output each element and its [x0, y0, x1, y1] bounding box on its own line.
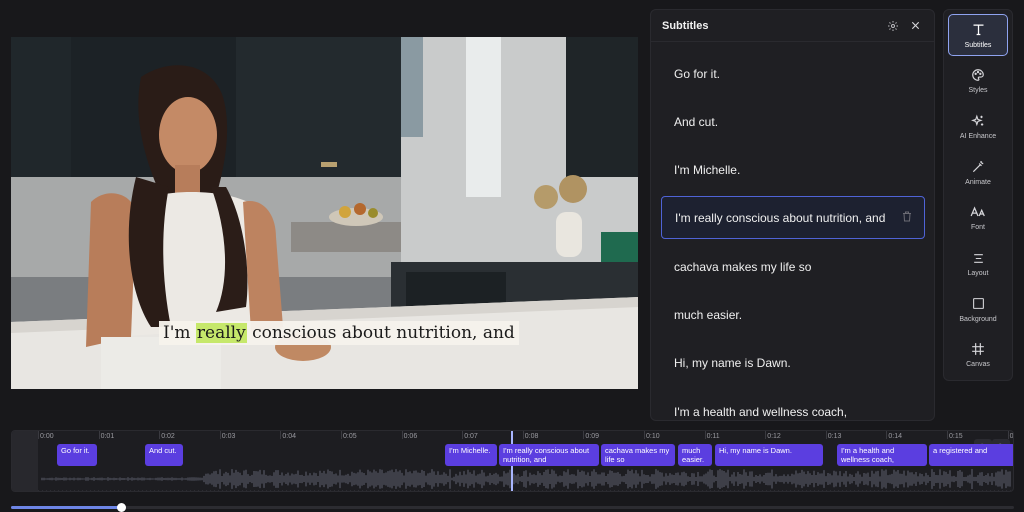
playback-scrub-bar[interactable] [11, 503, 1014, 512]
time-tick-label: 0:15 [949, 433, 963, 440]
subtitle-item-text: Go for it. [674, 66, 721, 81]
tool-styles-button[interactable]: Styles [948, 60, 1008, 102]
time-tick-line [280, 431, 282, 439]
subtitles-panel: Subtitles Go for it. And cut. I'm Michelle… [650, 9, 935, 421]
palette-icon [970, 67, 986, 83]
playback-progress-fill [11, 506, 122, 509]
time-tick-line [219, 431, 221, 439]
font-aa-icon [970, 204, 986, 220]
time-tick-label: 0:07 [464, 433, 478, 440]
playback-scrub-handle[interactable] [117, 503, 127, 512]
tool-layout-button[interactable]: Layout [948, 243, 1008, 285]
tool-canvas-button[interactable]: Canvas [948, 334, 1008, 376]
layout-lines-icon [970, 250, 986, 266]
time-tick-line [704, 431, 706, 439]
timeline-clip[interactable]: I'm a health and wellness coach, [837, 444, 927, 466]
trash-icon[interactable] [902, 211, 914, 225]
subtitle-item[interactable]: much easier. [661, 293, 925, 336]
subtitle-item-text: cachava makes my life so [674, 259, 812, 274]
timeline-clip[interactable]: Go for it. [57, 444, 97, 466]
timeline-clip[interactable]: I'm Michelle. [445, 444, 497, 466]
subtitle-item[interactable]: I'm a health and wellness coach, [661, 390, 925, 420]
subtitle-item-text: much easier. [674, 307, 743, 322]
tool-font-button[interactable]: Font [948, 197, 1008, 239]
time-tick-label: 0:06 [403, 433, 418, 440]
timeline-clip[interactable]: a registered and [929, 444, 1013, 466]
timeline-clip[interactable]: Hi, my name is Dawn. [715, 444, 823, 466]
timeline[interactable]: 0:00 0:01 0:02 0:03 0:04 0:05 0:06 0:07 0:08 0:09… [11, 430, 1014, 492]
tool-label: Animate [965, 178, 991, 186]
time-tick-line [98, 431, 100, 439]
time-tick-label: 0:01 [100, 433, 115, 440]
subtitles-panel-header: Subtitles [651, 10, 934, 42]
tool-background-button[interactable]: Background [948, 288, 1008, 330]
tool-label: AI Enhance [959, 132, 997, 140]
square-icon [970, 296, 986, 312]
magic-wand-icon [970, 159, 986, 175]
time-tick-line [825, 431, 827, 439]
tool-label: Subtitles [964, 41, 992, 49]
time-tick-line [462, 431, 464, 439]
tool-animate-button[interactable]: Animate [948, 151, 1008, 193]
subtitle-item-text: I'm Michelle. [674, 162, 741, 177]
tool-ai-enhance-button[interactable]: AI Enhance [948, 105, 1008, 147]
subtitle-item-text: I'm really conscious about nutrition, an… [675, 210, 886, 225]
subtitle-caption[interactable]: I'm really conscious about nutrition, an… [159, 321, 519, 345]
time-tick-label: 0:12 [767, 433, 781, 440]
subtitle-item[interactable]: Hi, my name is Dawn. [661, 341, 925, 384]
time-tick-label: 0:16 [1009, 433, 1014, 440]
subtitle-item[interactable]: cachava makes my life so [661, 245, 925, 288]
subtitle-item-text: I'm a health and wellness coach, [674, 404, 848, 419]
subtitle-item[interactable]: And cut. [661, 100, 925, 143]
tool-label: Canvas [966, 361, 990, 369]
time-tick-line [522, 431, 524, 439]
subtitle-item[interactable]: I'm Michelle. [661, 148, 925, 191]
time-tick-line [886, 431, 888, 439]
time-tick-label: 0:00 [40, 433, 54, 440]
caption-highlighted-word: really [195, 323, 247, 343]
time-tick-label: 0:14 [888, 433, 903, 440]
hash-grid-icon [970, 341, 986, 357]
time-tick-line [401, 431, 403, 439]
video-preview[interactable]: I'm really conscious about nutrition, an… [11, 37, 638, 389]
time-tick-line [947, 431, 948, 439]
tool-label: Styles [968, 87, 988, 95]
time-tick-label: 0:11 [706, 433, 720, 440]
timeline-clip[interactable]: I'm really conscious about nutrition, an… [499, 444, 599, 466]
subtitle-item[interactable]: Go for it. [661, 52, 925, 95]
tool-label: Background [959, 315, 997, 323]
settings-gear-icon[interactable] [885, 18, 901, 34]
time-tick-line [38, 431, 39, 439]
time-tick-label: 0:10 [646, 433, 660, 440]
time-tick-label: 0:05 [343, 433, 357, 440]
panel-title: Subtitles [662, 19, 709, 32]
time-tick-line [1007, 431, 1009, 439]
time-tick-line [765, 431, 767, 439]
time-tick-label: 0:04 [282, 433, 297, 440]
sparkles-icon [970, 113, 986, 129]
time-tick-line [644, 431, 645, 439]
time-tick-label: 0:02 [161, 433, 175, 440]
timeline-clip[interactable]: And cut. [145, 444, 183, 466]
caption-text-after: conscious about nutrition, and [246, 323, 515, 343]
subtitle-item-text: And cut. [674, 114, 719, 129]
time-tick-line [341, 431, 342, 439]
time-tick-label: 0:08 [524, 433, 539, 440]
time-tick-line [583, 431, 585, 439]
timeline-clip[interactable]: cachava makes my life so [601, 444, 675, 466]
time-tick-label: 0:03 [221, 433, 236, 440]
tool-sidebar: Subtitles Styles AI Enhance Animate Font Layo… [943, 9, 1013, 381]
time-tick-label: 0:09 [585, 433, 600, 440]
caption-text-before: I'm [163, 323, 196, 343]
timeline-clip[interactable]: much easier. [678, 444, 712, 466]
time-tick-line [159, 431, 161, 439]
tool-label: Layout [967, 270, 989, 277]
tool-subtitles-button[interactable]: Subtitles [948, 14, 1008, 56]
subtitle-item-text: Hi, my name is Dawn. [674, 355, 791, 370]
subtitle-item[interactable]: I'm really conscious about nutrition, an… [661, 196, 925, 239]
tool-label: Font [970, 224, 985, 232]
text-t-icon [970, 22, 986, 38]
close-icon[interactable] [907, 18, 923, 34]
time-tick-label: 0:13 [827, 433, 842, 440]
